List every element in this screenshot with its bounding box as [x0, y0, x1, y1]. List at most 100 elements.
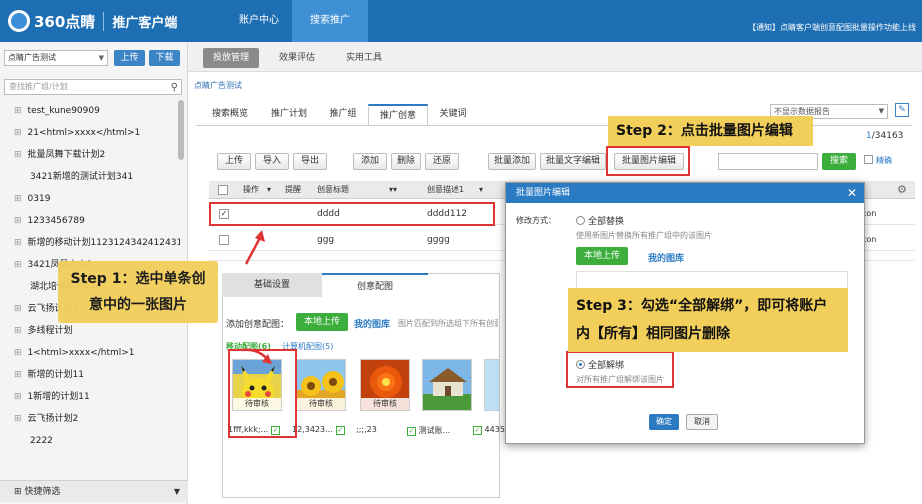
filter-icon[interactable]: ▾: [479, 181, 483, 199]
creative-search-input[interactable]: [718, 153, 818, 170]
tab-keywords[interactable]: 关键词: [428, 104, 478, 126]
plus-icon: ⊞: [14, 487, 25, 497]
edit-icon[interactable]: ✓: [473, 426, 482, 435]
tab-effect-evaluation[interactable]: 效果评估: [268, 48, 326, 68]
replace-all-radio[interactable]: 全部替换: [576, 214, 624, 227]
tab-creative-images[interactable]: 创意配图: [322, 273, 428, 297]
radio-icon[interactable]: [576, 216, 585, 225]
plus-icon[interactable]: ⊞: [14, 326, 22, 336]
breadcrumb[interactable]: 点睛广告测试: [194, 80, 242, 91]
row-checkbox[interactable]: [219, 235, 229, 245]
batch-text-edit-button[interactable]: 批量文字编辑: [540, 153, 606, 170]
search-icon[interactable]: ⚲: [171, 81, 178, 95]
step1-callout: Step 1：选中单条创意中的一张图片: [58, 261, 218, 323]
edit-icon[interactable]: ✓: [407, 427, 416, 436]
tab-search-overview[interactable]: 搜索概览: [200, 104, 260, 126]
nav-account-center[interactable]: 账户中心: [226, 0, 292, 42]
checkbox-icon[interactable]: [864, 155, 873, 164]
select-all-checkbox[interactable]: [218, 185, 228, 195]
step3-callout: Step 3：勾选“全部解绑”，即可将账户内【所有】相同图片删除: [568, 288, 848, 352]
cell-title: ʼʼʼʼʼʼʼ: [317, 251, 333, 256]
add-button[interactable]: 添加: [353, 153, 387, 170]
sidebar-plan-item[interactable]: ⊞ 多线程计划: [14, 320, 180, 342]
filter-icon[interactable]: ▾: [267, 181, 271, 199]
exact-checkbox[interactable]: 精确: [864, 155, 892, 166]
plus-icon[interactable]: ⊞: [14, 128, 22, 138]
tab-creatives[interactable]: 推广创意: [368, 104, 428, 126]
plan-label: 批量凤舞下载计划2: [27, 150, 106, 160]
image-thumbnail[interactable]: [422, 359, 472, 411]
tab-plans[interactable]: 推广计划: [260, 104, 318, 126]
sidebar-plan-item[interactable]: ⊞ test_kune90909: [14, 100, 180, 122]
download-button[interactable]: 下载: [149, 50, 180, 66]
plus-icon[interactable]: ⊞: [14, 194, 22, 204]
plan-label: 云飞扬计划2: [27, 414, 79, 424]
highlight-row: [209, 202, 495, 226]
edit-icon[interactable]: ✎: [895, 103, 909, 117]
report-display-value: 不显示数据报告: [774, 107, 830, 116]
plus-icon[interactable]: ⊞: [14, 238, 22, 248]
thumb-name: 12,3423...: [292, 425, 333, 434]
sidebar-plan-item[interactable]: ⊞ 0319: [14, 188, 180, 210]
sidebar-plan-item[interactable]: ⊞ 新增的计划11: [14, 364, 180, 386]
notice-text[interactable]: 【通知】点睛客户端创意配图批量操作功能上线: [748, 22, 916, 33]
plan-label: 新增的计划11: [27, 370, 84, 380]
col-creative-title[interactable]: 创意标题: [317, 181, 349, 199]
edit-icon[interactable]: ✓: [335, 426, 345, 435]
filter-icon[interactable]: ▾▾: [389, 181, 397, 199]
sidebar-plan-item[interactable]: ⊞ 批量凤舞下载计划2: [14, 144, 180, 166]
sidebar-plan-item[interactable]: 3421新增的测试计划341: [30, 166, 196, 188]
pager-total: /34163: [871, 131, 904, 141]
plan-label: 1新增的计划11: [27, 392, 90, 402]
col-operation[interactable]: 操作: [243, 181, 259, 199]
image-thumbnail[interactable]: 待审核: [296, 359, 346, 411]
thumb-caption: 12,3423... ✓: [292, 425, 345, 435]
export-button[interactable]: 导出: [293, 153, 327, 170]
tab-delivery-management[interactable]: 投放管理: [203, 48, 259, 68]
plus-icon[interactable]: ⊞: [14, 392, 22, 402]
sidebar-plan-item[interactable]: ⊞ 1新增的计划11: [14, 386, 180, 408]
restore-button[interactable]: 还原: [425, 153, 459, 170]
plus-icon[interactable]: ⊞: [14, 370, 22, 380]
batch-add-button[interactable]: 批量添加: [488, 153, 536, 170]
tab-tools[interactable]: 实用工具: [336, 48, 392, 68]
plus-icon[interactable]: ⊞: [14, 216, 22, 226]
close-icon[interactable]: ✕: [847, 183, 857, 203]
sidebar-plan-item[interactable]: 2222: [30, 430, 196, 452]
image-hint: 图片匹配到所选组下所有创意: [398, 319, 498, 328]
sidebar-plan-item[interactable]: ⊞ 1<html>xxxx</html>1: [14, 342, 180, 364]
plus-icon[interactable]: ⊞: [14, 414, 22, 424]
image-thumbnail[interactable]: [484, 359, 500, 411]
account-select[interactable]: 点睛广告测试 ▼: [4, 50, 108, 66]
sidebar-plan-item[interactable]: ⊞ 21<html>xxxx</html>1: [14, 122, 180, 144]
upload-button[interactable]: 上传: [114, 50, 145, 66]
sidebar-plan-item[interactable]: ⊞ 云飞扬计划2: [14, 408, 180, 430]
import-button[interactable]: 导入: [255, 153, 289, 170]
col-reminder[interactable]: 提醒: [285, 181, 301, 199]
sidebar-plan-item[interactable]: ⊞ 1233456789: [14, 210, 180, 232]
cancel-button[interactable]: 取消: [686, 414, 718, 430]
local-upload-button[interactable]: 本地上传: [296, 313, 348, 331]
dialog-my-library-link[interactable]: 我的图库: [648, 251, 684, 264]
add-image-label: 添加创意配图：: [226, 320, 290, 330]
plus-icon[interactable]: ⊞: [14, 304, 22, 314]
tab-basic-settings[interactable]: 基础设置: [222, 273, 322, 297]
settings-gear-icon[interactable]: ⚙: [897, 181, 907, 199]
plus-icon[interactable]: ⊞: [14, 150, 22, 160]
sidebar-plan-item[interactable]: ⊞ 新增的移动计划1123124342412431: [14, 232, 180, 254]
quick-filter[interactable]: ⊞ 快捷筛选 ▼: [0, 480, 188, 502]
my-library-link[interactable]: 我的图库: [354, 317, 390, 330]
delete-button[interactable]: 删除: [391, 153, 421, 170]
search-button[interactable]: 搜索: [822, 153, 856, 170]
dialog-local-upload-button[interactable]: 本地上传: [576, 247, 628, 265]
confirm-button[interactable]: 确定: [649, 414, 679, 430]
col-creative-desc[interactable]: 创意描述1: [427, 181, 464, 199]
plus-icon[interactable]: ⊞: [14, 106, 22, 116]
plan-search-input[interactable]: 查找推广组/计划 ⚲: [4, 79, 182, 95]
nav-search-promotion[interactable]: 搜索推广: [292, 0, 368, 42]
image-thumbnail[interactable]: 待审核: [360, 359, 410, 411]
plus-icon[interactable]: ⊞: [14, 260, 22, 270]
upload-creative-button[interactable]: 上传: [217, 153, 251, 170]
plus-icon[interactable]: ⊞: [14, 348, 22, 358]
tab-groups[interactable]: 推广组: [318, 104, 368, 126]
